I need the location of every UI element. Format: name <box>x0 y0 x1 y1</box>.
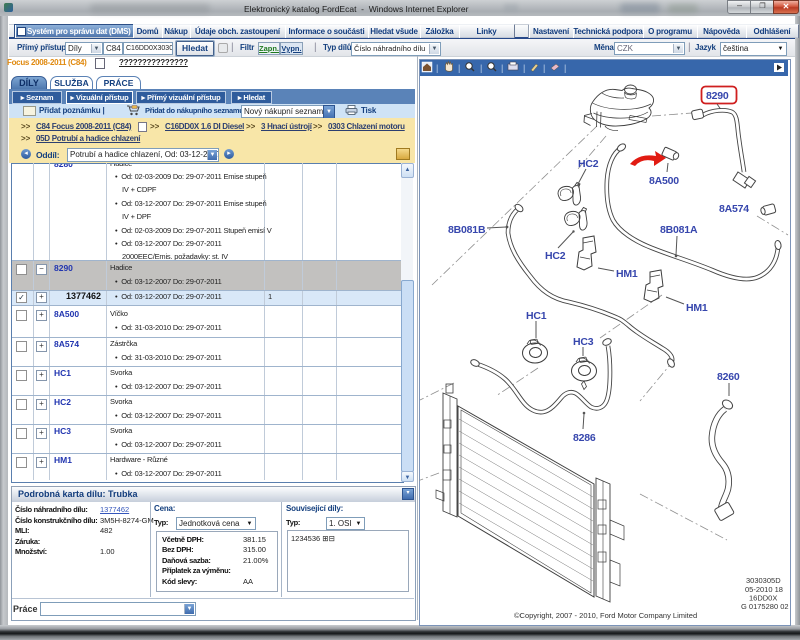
svg-text:8260: 8260 <box>717 371 740 383</box>
svg-text:HC2: HC2 <box>578 158 599 170</box>
svg-text:3030305D: 3030305D <box>746 576 781 585</box>
svg-text:8A500: 8A500 <box>649 175 679 187</box>
svg-text:|: | <box>501 63 503 73</box>
svg-text:8B081B: 8B081B <box>448 224 486 236</box>
svg-text:G 0175280 02: G 0175280 02 <box>741 602 789 611</box>
svg-text:©Copyright, 2007 - 2010, Ford: ©Copyright, 2007 - 2010, Ford Motor Comp… <box>514 611 697 620</box>
svg-text:|: | <box>564 63 566 73</box>
svg-text:HM1: HM1 <box>686 302 708 314</box>
svg-text:|: | <box>543 63 545 73</box>
svg-text:8286: 8286 <box>573 432 596 444</box>
svg-text:8B081A: 8B081A <box>660 224 698 236</box>
svg-text:|: | <box>523 63 525 73</box>
svg-text:8A574: 8A574 <box>719 203 749 215</box>
svg-text:HM1: HM1 <box>616 268 638 280</box>
svg-text:HC3: HC3 <box>573 336 594 348</box>
svg-text:|: | <box>436 63 438 73</box>
svg-text:HC2: HC2 <box>545 250 566 262</box>
svg-text:HC1: HC1 <box>526 310 547 322</box>
svg-text:|: | <box>480 63 482 73</box>
svg-text:8290: 8290 <box>706 90 729 102</box>
svg-text:|: | <box>458 63 460 73</box>
